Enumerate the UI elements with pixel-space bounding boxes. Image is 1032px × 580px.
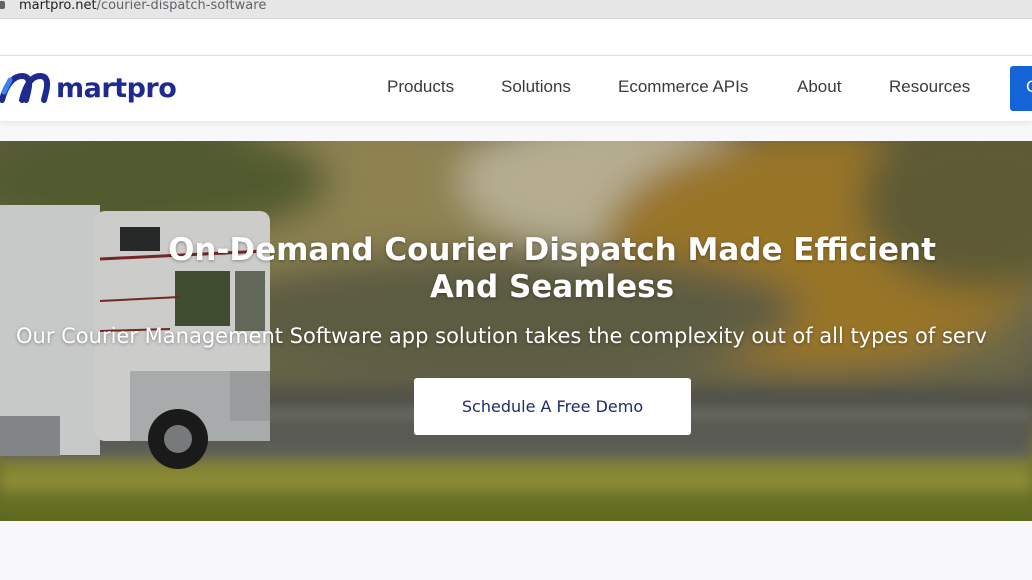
hero-title: On-Demand Courier Dispatch Made Efficien… [0,232,1032,306]
schedule-demo-button[interactable]: Schedule A Free Demo [414,378,691,435]
hero-title-line-2: And Seamless [429,269,675,305]
url-path: /courier-dispatch-software [96,0,267,13]
nav-resources[interactable]: Resources [889,77,970,97]
hero-title-line-1: On-Demand Courier Dispatch Made Efficien… [168,232,936,268]
contact-button[interactable]: C [1010,66,1032,111]
browser-address-bar[interactable]: martpro.net/courier-dispatch-software [0,0,1032,19]
url-host: martpro.net [19,0,97,13]
site-header: martpro Products Solutions Ecommerce API… [0,56,1032,121]
nav-solutions[interactable]: Solutions [501,77,571,97]
lock-icon [0,1,5,9]
below-hero-section [0,521,1032,580]
url-text[interactable]: martpro.net/courier-dispatch-software [19,0,266,13]
nav-products[interactable]: Products [387,77,454,97]
main-nav: Products Solutions Ecommerce APIs About … [0,56,1032,121]
hero-subtitle: Our Courier Management Software app solu… [16,324,987,348]
browser-toolbar-spacer [0,19,1032,56]
nav-about[interactable]: About [797,77,841,97]
nav-ecommerce-apis[interactable]: Ecommerce APIs [618,77,748,97]
hero-section: On-Demand Courier Dispatch Made Efficien… [0,141,1032,521]
